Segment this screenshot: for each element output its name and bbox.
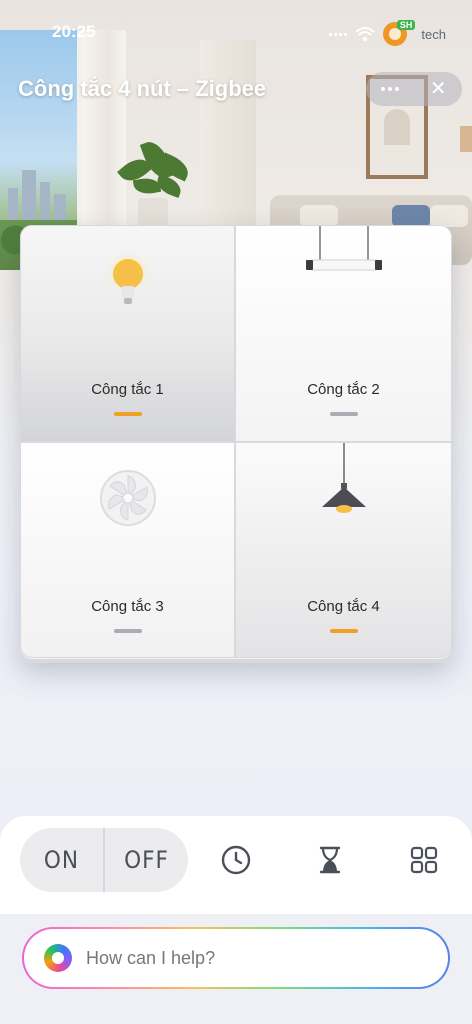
brand-tag: SH — [396, 20, 416, 30]
linear-pendant-light-icon — [305, 226, 382, 271]
switch-2-label: Công tắc 2 — [307, 381, 380, 398]
header-actions: ✕ — [366, 72, 462, 106]
controls-bar: ON OFF — [0, 816, 472, 914]
lightbulb-icon — [105, 254, 150, 304]
signal-icon — [329, 32, 348, 36]
wifi-icon — [355, 27, 376, 41]
all-on-button[interactable]: ON — [20, 828, 105, 892]
plant — [138, 198, 168, 228]
all-off-button[interactable]: OFF — [105, 828, 188, 892]
switch-1-indicator — [113, 412, 142, 416]
assistant-input[interactable]: How can I help? — [22, 927, 450, 989]
switch-1-button[interactable]: Công tắc 1 — [20, 225, 235, 442]
brand-logo-icon: SH — [383, 20, 416, 46]
switch-4-indicator — [329, 629, 358, 633]
switch-4-label: Công tắc 4 — [307, 598, 380, 615]
switch-3-indicator — [113, 629, 142, 633]
switch-3-label: Công tắc 3 — [91, 598, 164, 615]
switch-1-label: Công tắc 1 — [91, 381, 164, 398]
clock-icon[interactable] — [220, 844, 252, 876]
pendant-lamp-icon — [321, 443, 366, 513]
switch-2-indicator — [329, 412, 358, 416]
brand-text: tech — [421, 26, 446, 42]
switch-2-button[interactable]: Công tắc 2 — [235, 225, 452, 442]
assistant-logo-icon — [44, 944, 72, 972]
page-title: Công tắc 4 nút – Zigbee — [18, 76, 267, 101]
more-options-icon[interactable] — [381, 87, 400, 91]
status-icons: SH tech — [329, 20, 446, 46]
close-icon[interactable]: ✕ — [430, 79, 447, 99]
assistant-placeholder: How can I help? — [86, 947, 216, 968]
switch-4-button[interactable]: Công tắc 4 — [235, 442, 452, 658]
ceiling-fan-icon — [99, 470, 156, 526]
switch-3-button[interactable]: Công tắc 3 — [20, 442, 235, 658]
status-time: 20:25 — [52, 22, 96, 41]
grid-icon[interactable] — [408, 844, 440, 876]
hourglass-icon[interactable] — [314, 844, 346, 876]
switch-panel: Công tắc 1 Công tắc 2 Công tắc 3 Công tắ… — [20, 225, 452, 663]
on-off-toggle: ON OFF — [20, 828, 188, 892]
